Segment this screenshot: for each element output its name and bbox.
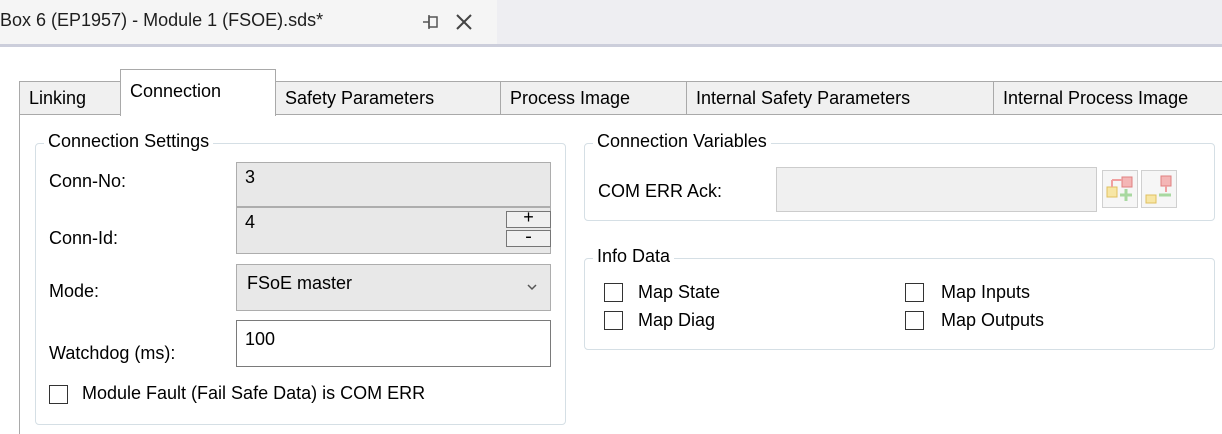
module-fault-label: Module Fault (Fail Safe Data) is COM ERR [82, 383, 426, 403]
conn-id-increment-button[interactable]: + [506, 210, 551, 228]
tab-safety-parameters[interactable]: Safety Parameters [275, 81, 501, 115]
conn-id-label: Conn-Id: [49, 228, 119, 248]
map-inputs-label: Map Inputs [941, 282, 1031, 302]
watchdog-label: Watchdog (ms): [49, 343, 176, 363]
map-outputs-checkbox[interactable] [905, 311, 924, 330]
add-link-icon [1106, 176, 1133, 201]
mode-select[interactable]: FSoE master [236, 264, 551, 311]
tab-linking[interactable]: Linking [19, 81, 121, 115]
map-diag-checkbox[interactable] [604, 311, 623, 330]
map-state-checkbox[interactable] [604, 283, 623, 302]
tab-internal-process-image[interactable]: Internal Process Image [993, 81, 1222, 115]
pin-icon[interactable] [420, 11, 442, 33]
conn-no-field: 3 [236, 162, 551, 207]
document-tab[interactable]: Box 6 (EP1957) - Module 1 (FSOE).sds* [0, 0, 497, 44]
tab-process-image[interactable]: Process Image [500, 81, 687, 115]
chevron-down-icon [527, 284, 537, 291]
connection-settings-title: Connection Settings [44, 131, 214, 152]
mode-select-value: FSoE master [247, 273, 353, 293]
add-mapping-button[interactable] [1102, 170, 1138, 208]
property-tabs: Linking Connection Safety Parameters Pro… [19, 69, 1222, 116]
conn-no-label: Conn-No: [49, 171, 127, 191]
conn-id-decrement-button[interactable]: - [506, 229, 551, 247]
tab-connection[interactable]: Connection [120, 69, 276, 116]
com-err-ack-label: COM ERR Ack: [598, 181, 723, 201]
close-icon[interactable] [452, 10, 476, 34]
map-state-label: Map State [638, 282, 721, 302]
connection-variables-title: Connection Variables [593, 131, 771, 152]
map-outputs-label: Map Outputs [941, 310, 1045, 330]
watchdog-input[interactable]: 100 [236, 320, 551, 367]
module-fault-checkbox[interactable] [49, 385, 68, 404]
remove-mapping-button[interactable] [1141, 170, 1177, 208]
info-data-group: Info Data [584, 246, 1215, 350]
info-data-title: Info Data [593, 246, 675, 267]
remove-link-icon [1145, 175, 1172, 204]
com-err-ack-field [776, 167, 1097, 212]
map-inputs-checkbox[interactable] [905, 283, 924, 302]
map-diag-label: Map Diag [638, 310, 716, 330]
conn-id-field[interactable]: 4 [236, 207, 551, 254]
tab-internal-safety-parameters[interactable]: Internal Safety Parameters [686, 81, 994, 115]
document-tab-title: Box 6 (EP1957) - Module 1 (FSOE).sds* [0, 10, 324, 30]
document-tab-underline [0, 44, 1222, 47]
mode-label: Mode: [49, 281, 100, 301]
document-tab-strip: Box 6 (EP1957) - Module 1 (FSOE).sds* [0, 0, 1222, 44]
